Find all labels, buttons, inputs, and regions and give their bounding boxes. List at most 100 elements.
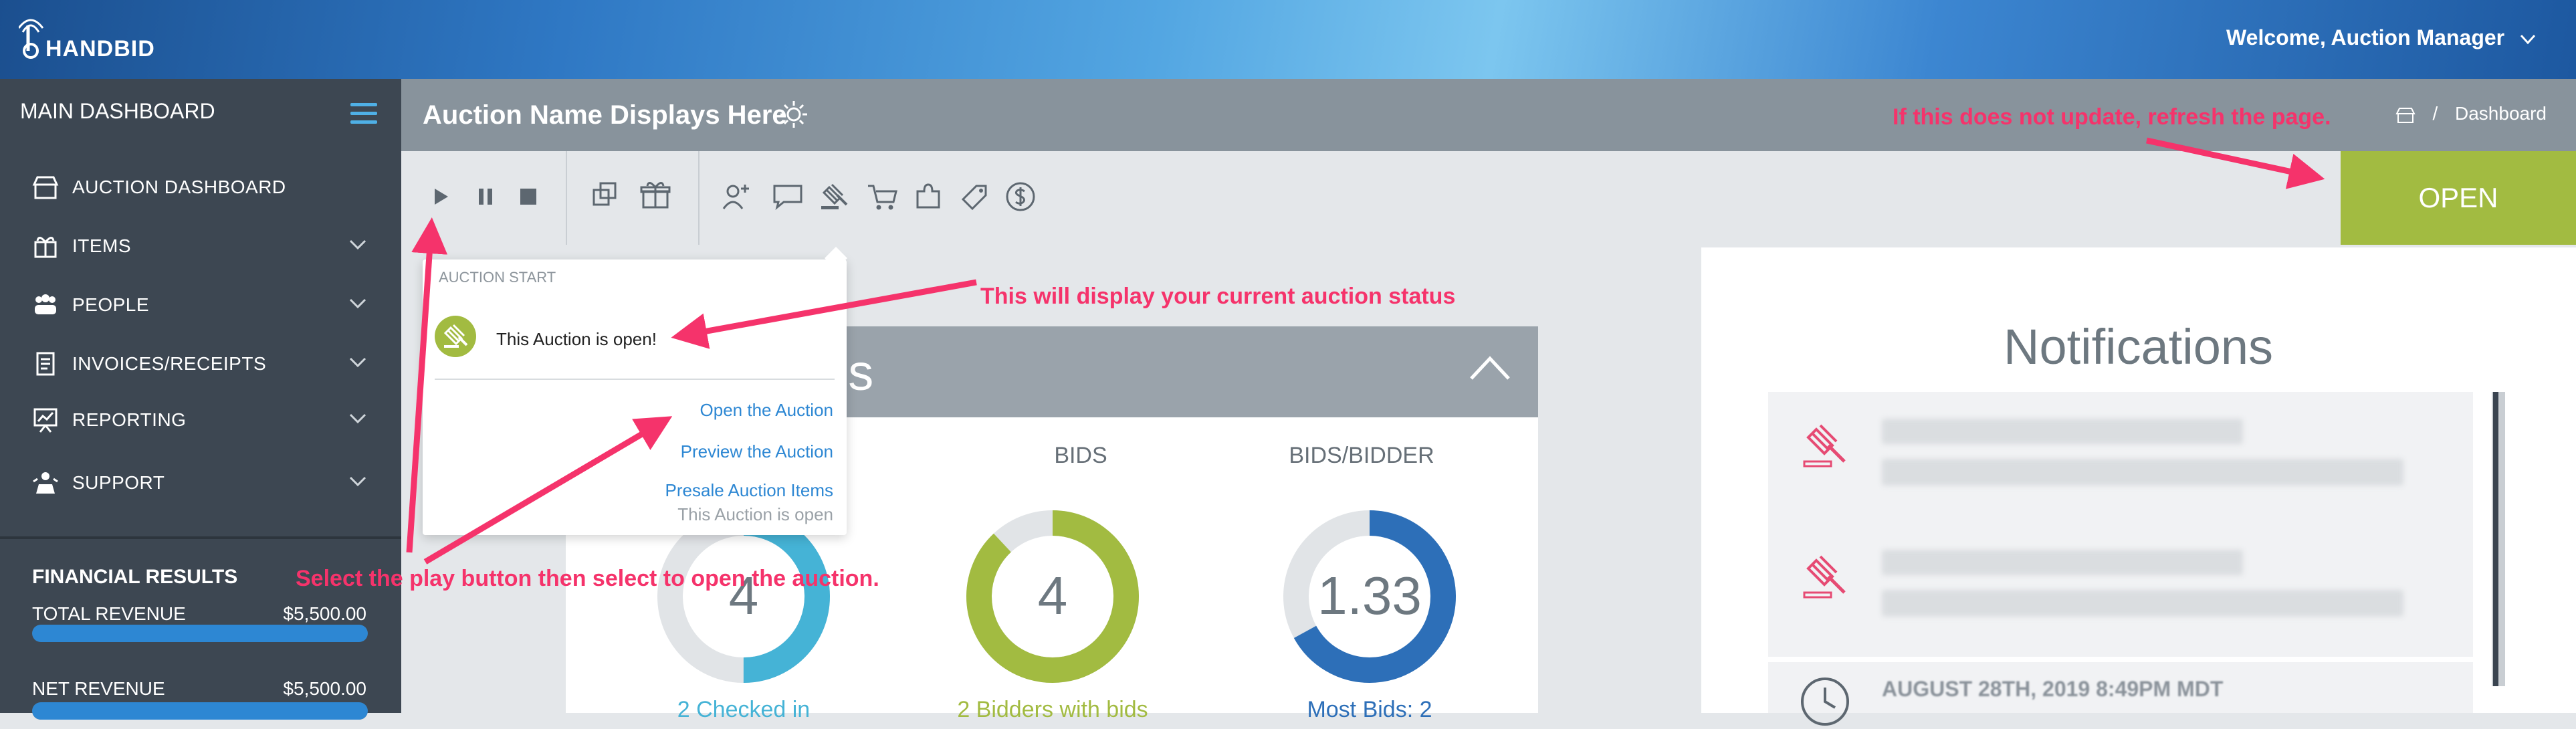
- open-auction-link[interactable]: Open the Auction: [700, 400, 833, 421]
- store-icon[interactable]: [2395, 106, 2416, 124]
- support-icon: [33, 472, 58, 494]
- breadcrumb: / Dashboard: [2395, 103, 2547, 124]
- gavel-icon: [1803, 424, 1846, 467]
- sidebar-item-support[interactable]: SUPPORT: [0, 461, 401, 502]
- bids-per-bidder-label: BIDS/BIDDER: [1289, 443, 1434, 468]
- sidebar-item-label: SUPPORT: [72, 472, 165, 493]
- auction-status-button[interactable]: OPEN: [2341, 151, 2576, 245]
- chevron-down-icon: [2520, 34, 2536, 45]
- tag-icon[interactable]: [954, 177, 994, 217]
- gift-icon[interactable]: [635, 177, 675, 217]
- chat-icon[interactable]: [768, 177, 808, 217]
- people-icon: [35, 294, 56, 314]
- popup-heading: AUCTION START: [439, 269, 556, 286]
- bids-per-bidder-donut: 1.33: [1283, 510, 1456, 683]
- annotation-refresh: If this does not update, refresh the pag…: [1893, 104, 2331, 130]
- chevron-down-icon: [349, 298, 366, 309]
- total-revenue-bar: [32, 625, 368, 642]
- sidebar-item-label: INVOICES/RECEIPTS: [72, 353, 267, 374]
- chart-board-icon: [33, 408, 58, 433]
- presale-items-link[interactable]: Presale Auction Items: [665, 480, 833, 501]
- bids-label: BIDS: [1054, 443, 1107, 468]
- most-bids-link[interactable]: Most Bids: 2: [1249, 697, 1490, 723]
- cart-icon[interactable]: [863, 177, 903, 217]
- net-revenue-label: NET REVENUE: [32, 678, 165, 699]
- notification-timestamp: AUGUST 28TH, 2019 8:49PM MDT: [1882, 677, 2224, 701]
- total-revenue-value: $5,500.00: [283, 603, 366, 624]
- pause-icon[interactable]: [465, 177, 506, 217]
- checked-in-link[interactable]: 2 Checked in: [623, 697, 864, 723]
- sidebar-divider: [0, 536, 401, 539]
- duplicate-icon[interactable]: [586, 177, 626, 217]
- sidebar-item-invoices-receipts[interactable]: INVOICES/RECEIPTS: [0, 342, 401, 383]
- net-revenue-value: $5,500.00: [283, 678, 366, 699]
- bidders-with-bids-link[interactable]: 2 Bidders with bids: [932, 697, 1173, 723]
- bids-value: 4: [1038, 566, 1068, 625]
- hamburger-menu-icon[interactable]: [350, 103, 377, 124]
- chevron-down-icon: [349, 476, 366, 487]
- welcome-user-menu[interactable]: Welcome, Auction Manager: [2226, 25, 2536, 50]
- receipt-icon: [36, 352, 55, 376]
- popup-divider: [435, 379, 835, 380]
- sidebar-item-label: ITEMS: [72, 235, 132, 256]
- sidebar-item-label: REPORTING: [72, 409, 187, 430]
- financial-results-title: FINANCIAL RESULTS: [32, 566, 238, 588]
- dollar-coin-icon[interactable]: [1000, 177, 1041, 217]
- gear-icon[interactable]: [778, 99, 809, 130]
- play-icon[interactable]: [420, 177, 460, 217]
- sidebar-item-label: PEOPLE: [72, 294, 150, 315]
- notification-item[interactable]: AUGUST 28TH, 2019 8:49PM MDT: [1768, 662, 2473, 726]
- collapse-caret-icon[interactable]: [1469, 354, 1511, 381]
- chevron-down-icon: [349, 413, 366, 424]
- stop-icon[interactable]: [508, 177, 548, 217]
- net-revenue-row: NET REVENUE $5,500.00: [32, 678, 366, 700]
- gavel-icon: [443, 324, 468, 348]
- auction-start-popup: AUCTION START This Auction is open! Open…: [423, 259, 847, 535]
- blurred-text: [1882, 550, 2243, 575]
- sidebar-title: MAIN DASHBOARD: [20, 99, 215, 123]
- sidebar-item-items[interactable]: ITEMS: [0, 225, 401, 265]
- chevron-down-icon: [349, 239, 366, 250]
- chevron-down-icon: [349, 357, 366, 368]
- puzzle-icon[interactable]: [908, 177, 948, 217]
- gavel-icon[interactable]: [815, 177, 855, 217]
- top-bar: [0, 0, 2576, 79]
- sidebar-item-auction-dashboard[interactable]: AUCTION DASHBOARD: [0, 166, 401, 206]
- notifications-title: Notifications: [2004, 319, 2274, 375]
- logo-text: HANDBID: [45, 36, 155, 62]
- sidebar-item-people[interactable]: PEOPLE: [0, 284, 401, 324]
- sidebar-item-label: AUCTION DASHBOARD: [72, 177, 286, 197]
- bids-per-bidder-value: 1.33: [1317, 566, 1422, 625]
- clock-icon: [1801, 678, 1849, 726]
- auction-status-text: This Auction is open!: [496, 329, 657, 349]
- blurred-text: [1882, 459, 2403, 486]
- total-revenue-label: TOTAL REVENUE: [32, 603, 186, 624]
- breadcrumb-current[interactable]: Dashboard: [2455, 103, 2547, 124]
- net-revenue-bar: [32, 702, 368, 720]
- preview-auction-link[interactable]: Preview the Auction: [681, 441, 833, 462]
- sidebar-item-reporting[interactable]: REPORTING: [0, 399, 401, 439]
- auction-toolbar: [401, 151, 2341, 245]
- store-icon: [32, 176, 59, 199]
- add-user-icon[interactable]: [716, 177, 756, 217]
- welcome-text: Welcome, Auction Manager: [2226, 25, 2505, 49]
- auction-name-title: Auction Name Displays Here: [423, 100, 787, 130]
- popup-status-note: This Auction is open: [677, 504, 833, 524]
- breadcrumb-separator: /: [2432, 103, 2438, 124]
- notifications-panel: Notifications AUGUST 28TH, 2019 8:49PM M…: [1701, 247, 2576, 726]
- status-avatar: [435, 316, 476, 357]
- toolbar-divider: [698, 151, 700, 245]
- notification-item[interactable]: [1768, 392, 2473, 526]
- annotation-status: This will display your current auction s…: [980, 284, 1456, 309]
- blurred-text: [1882, 590, 2403, 617]
- gift-icon: [34, 237, 57, 258]
- toolbar-divider: [566, 151, 567, 245]
- logo-mark-icon: [19, 19, 44, 59]
- blurred-text: [1882, 419, 2243, 444]
- total-revenue-row: TOTAL REVENUE $5,500.00: [32, 603, 366, 625]
- annotation-play: Select the play button then select to op…: [296, 566, 879, 591]
- bids-donut: 4: [966, 510, 1139, 683]
- handbid-logo[interactable]: HANDBID: [19, 12, 179, 68]
- notification-item[interactable]: [1768, 523, 2473, 657]
- gavel-icon: [1803, 555, 1846, 599]
